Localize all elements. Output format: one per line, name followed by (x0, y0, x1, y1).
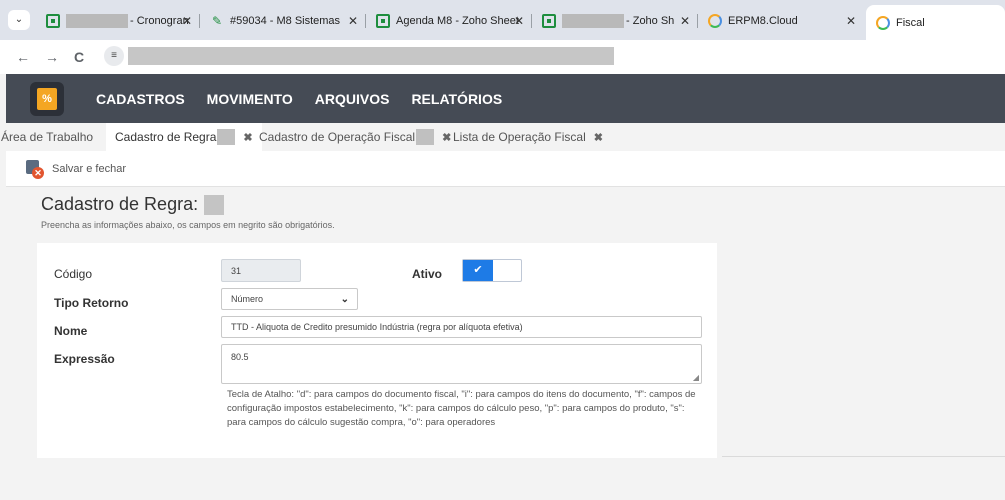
reload-icon[interactable]: C (74, 49, 84, 65)
redacted-text (416, 129, 435, 145)
close-icon[interactable]: ✕ (846, 14, 856, 28)
browser-tab-title: - Cronogran (130, 15, 189, 27)
address-bar-row: ← → C ≡ (0, 40, 1005, 74)
browser-tab-erpm8[interactable]: ERPM8.Cloud ✕ (698, 7, 864, 35)
site-info-icon[interactable]: ≡ (104, 46, 124, 66)
menu-relatorios[interactable]: RELATÓRIOS (411, 91, 502, 107)
save-and-close-button[interactable]: ✕ Salvar e fechar (26, 159, 126, 179)
tab-label: Lista de Operação Fiscal (453, 130, 586, 144)
tab-area-de-trabalho[interactable]: Área de Trabalho (0, 123, 93, 151)
tab-search-menu-button[interactable]: ⌄ (8, 10, 30, 30)
menu-arquivos[interactable]: ARQUIVOS (315, 91, 390, 107)
tipo-retorno-select[interactable]: Número ⌄ (221, 288, 358, 310)
menu-cadastros[interactable]: CADASTROS (96, 91, 185, 107)
expressao-textarea[interactable]: 80.5 ◢ (221, 344, 702, 384)
nome-label: Nome (54, 324, 88, 338)
ativo-toggle[interactable]: ✔ (462, 259, 522, 282)
page-subtitle: Preencha as informações abaixo, os campo… (41, 220, 335, 230)
redacted-text (217, 129, 236, 145)
expressao-value: 80.5 (231, 352, 249, 362)
browser-tab-zoho-sheet[interactable]: - Zoho Sh ✕ (532, 7, 698, 35)
tipo-retorno-value: Número (231, 294, 264, 304)
codigo-label: Código (54, 267, 93, 281)
browser-tab-agenda-m8[interactable]: Agenda M8 - Zoho Sheet ✕ (366, 7, 532, 35)
nome-field[interactable]: TTD - Aliquota de Credito presumido Indú… (221, 316, 702, 338)
page-title: Cadastro de Regra: (41, 194, 225, 215)
toolbar: ✕ Salvar e fechar (6, 151, 1005, 187)
logo-icon: % (37, 88, 57, 110)
error-badge-icon: ✕ (32, 167, 44, 179)
expressao-label: Expressão (54, 352, 115, 366)
app-header: % CADASTROS MOVIMENTO ARQUIVOS RELATÓRIO… (6, 74, 1005, 123)
check-icon: ✔ (463, 260, 493, 281)
ring-icon (876, 15, 890, 30)
leaf-icon: ✎ (211, 14, 223, 28)
back-icon[interactable]: ← (16, 49, 30, 65)
codigo-field[interactable]: 31 (221, 259, 301, 282)
resize-grip-icon[interactable]: ◢ (693, 373, 699, 382)
sheet-icon (46, 14, 60, 28)
browser-tab-title: Agenda M8 - Zoho Sheet (396, 15, 519, 27)
browser-tab-title: - Zoho Sh (626, 15, 675, 27)
ring-icon (708, 14, 722, 28)
browser-tab-cronograma[interactable]: - Cronogran ✕ (36, 7, 200, 35)
close-icon[interactable]: ✕ (182, 14, 192, 28)
redacted-text (562, 14, 624, 28)
sheet-icon (542, 14, 556, 28)
redacted-text (204, 194, 225, 215)
tab-cadastro-de-regra[interactable]: Cadastro de Regra ✖ (106, 123, 262, 151)
close-tab-icon[interactable]: ✖ (442, 131, 451, 144)
browser-tab-title: ERPM8.Cloud (728, 15, 798, 27)
page-title-text: Cadastro de Regra: (41, 194, 199, 214)
browser-tab-fiscal[interactable]: Fiscal (866, 5, 1005, 40)
tab-lista-operacao-fiscal[interactable]: Lista de Operação Fiscal ✖ (453, 123, 603, 151)
tab-label: Área de Trabalho (1, 130, 94, 144)
forward-icon[interactable]: → (45, 49, 59, 65)
tipo-retorno-label: Tipo Retorno (54, 296, 129, 310)
browser-tab-title: Fiscal (896, 16, 925, 29)
menu-movimento[interactable]: MOVIMENTO (207, 91, 293, 107)
form-card: Código 31 Ativo ✔ Tipo Retorno Número ⌄ … (37, 243, 717, 458)
close-icon[interactable]: ✕ (514, 14, 524, 28)
document-tabs: Área de Trabalho Cadastro de Regra ✖ Cad… (0, 123, 1005, 151)
save-close-icon: ✕ (26, 160, 44, 179)
tab-cadastro-operacao-fiscal[interactable]: Cadastro de Operação Fiscal ✖ (259, 123, 451, 151)
ativo-label: Ativo (412, 267, 442, 281)
browser-tab-m8-sistemas[interactable]: ✎ #59034 - M8 Sistemas ✕ (200, 7, 366, 35)
tab-label: Cadastro de Operação Fiscal (259, 130, 416, 144)
close-icon[interactable]: ✕ (348, 14, 358, 28)
shortcut-help-text: Tecla de Atalho: "d": para campos do doc… (227, 389, 696, 428)
chevron-down-icon: ⌄ (340, 293, 349, 305)
save-and-close-label: Salvar e fechar (52, 163, 126, 175)
redacted-text (66, 14, 128, 28)
main-menu: CADASTROS MOVIMENTO ARQUIVOS RELATÓRIOS (96, 74, 524, 123)
browser-tab-title: #59034 - M8 Sistemas (230, 15, 341, 27)
close-tab-icon[interactable]: ✖ (243, 131, 252, 144)
url-field[interactable] (128, 47, 614, 65)
app-logo[interactable]: % (30, 82, 64, 116)
browser-tab-strip: ⌄ - Cronogran ✕ ✎ #59034 - M8 Sistemas ✕… (0, 0, 1005, 40)
sheet-icon (376, 14, 390, 28)
close-tab-icon[interactable]: ✖ (594, 131, 603, 144)
content-area: Cadastro de Regra: Preencha as informaçõ… (6, 188, 1005, 500)
divider (722, 456, 1005, 457)
tab-label: Cadastro de Regra (115, 130, 217, 144)
close-icon[interactable]: ✕ (680, 14, 690, 28)
